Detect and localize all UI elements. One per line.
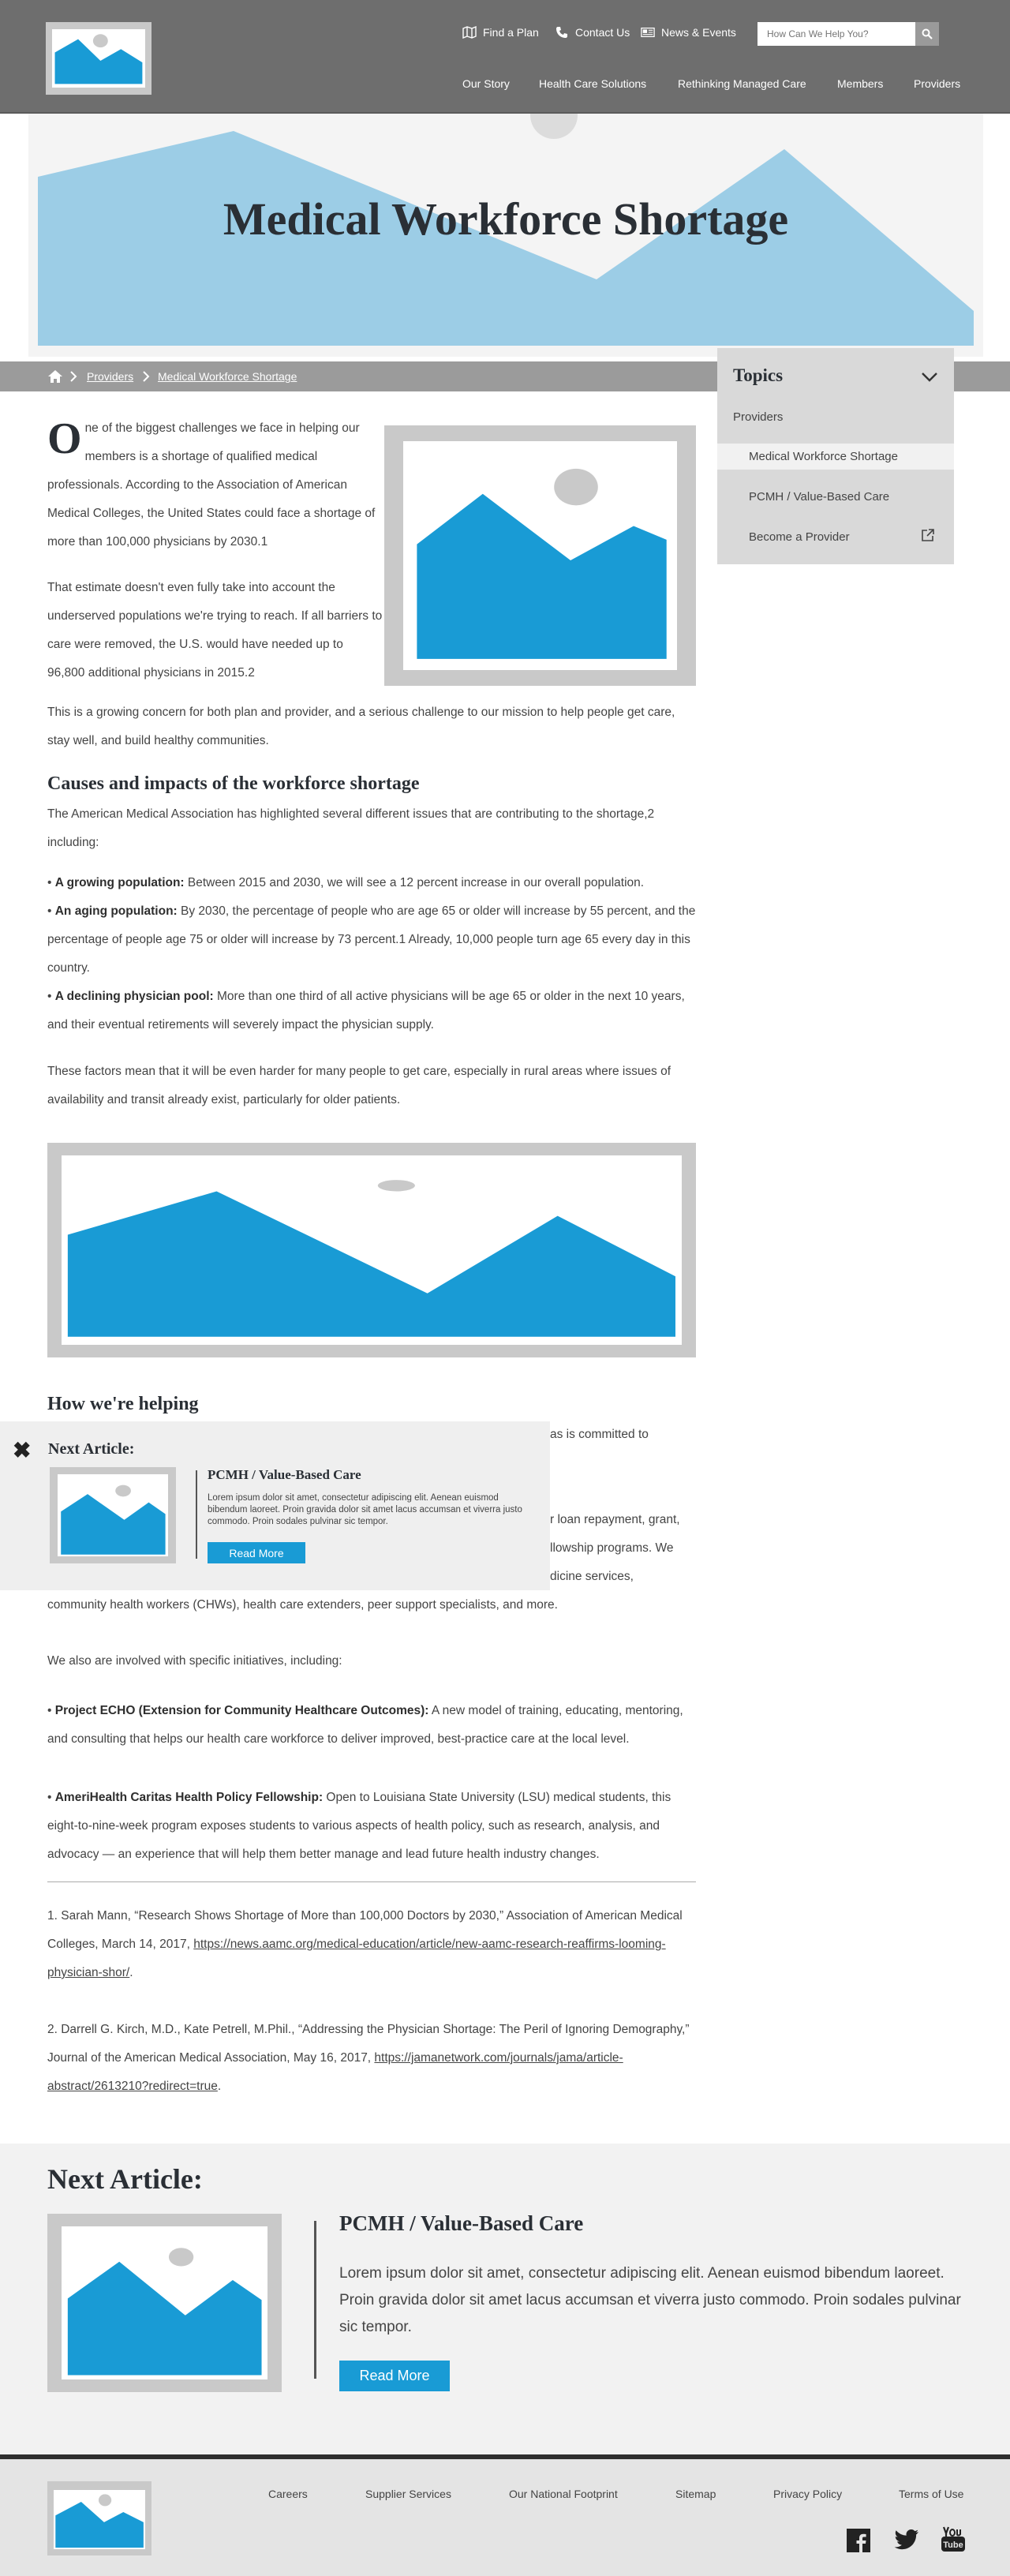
- next-article-description: Lorem ipsum dolor sit amet, consectetur …: [339, 2265, 961, 2335]
- footer-link-terms-of-use[interactable]: Terms of Use: [899, 2488, 963, 2500]
- find-plan-link[interactable]: Find a Plan: [462, 26, 539, 39]
- footer-link-national-footprint[interactable]: Our National Footprint: [509, 2488, 618, 2500]
- footer-link-sitemap[interactable]: Sitemap: [675, 2488, 716, 2500]
- helping-fragment-3: llowship programs. We: [550, 1541, 674, 1555]
- popup-read-more-button[interactable]: Read More: [208, 1542, 305, 1563]
- youtube-icon[interactable]: Tube: [941, 2525, 965, 2552]
- site-logo[interactable]: [46, 22, 152, 95]
- footer-link-privacy-policy[interactable]: Privacy Policy: [773, 2488, 842, 2500]
- bullet-growing-population: • A growing population: Between 2015 and…: [47, 876, 645, 889]
- footnote-1: 1. Sarah Mann, “Research Shows Shortage …: [47, 1909, 683, 1979]
- popup-divider: [196, 1470, 197, 1559]
- facebook-icon[interactable]: [847, 2529, 870, 2552]
- initiative-project-echo: • Project ECHO (Extension for Community …: [47, 1704, 683, 1746]
- topics-title: Topics: [733, 365, 784, 385]
- next-article-label: Next Article:: [47, 2163, 203, 2195]
- search-input[interactable]: [758, 22, 915, 46]
- intro-paragraph-3: This is a growing concern for both plan …: [47, 706, 675, 747]
- popup-label: Next Article:: [48, 1440, 135, 1458]
- popup-title[interactable]: PCMH / Value-Based Care: [208, 1467, 361, 1483]
- bullet-declining-physician-pool: • A declining physician pool: More than …: [47, 990, 685, 1032]
- helping-line: community health workers (CHWs), health …: [47, 1598, 558, 1612]
- intro-paragraph: One of the biggest challenges we face in…: [47, 414, 376, 549]
- next-article-popup: ✖ Next Article: PCMH / Value-Based Care …: [0, 1421, 550, 1590]
- footnotes-divider: [47, 1881, 696, 1882]
- news-link[interactable]: News & Events: [641, 26, 736, 39]
- next-article-divider: [314, 2221, 316, 2379]
- chevron-right-icon: [70, 371, 77, 382]
- article-image-2: [47, 1143, 696, 1357]
- nav-members[interactable]: Members: [837, 77, 883, 90]
- initiative-fellowship: • AmeriHealth Caritas Health Policy Fell…: [47, 1791, 671, 1861]
- footnote-2: 2. Darrell G. Kirch, M.D., Kate Petrell,…: [47, 2023, 690, 2093]
- heading-helping: How we're helping: [47, 1394, 199, 1414]
- newspaper-icon: [641, 27, 655, 38]
- map-icon: [462, 26, 477, 39]
- next-article-image[interactable]: [47, 2214, 282, 2392]
- causes-intro: The American Medical Association has hig…: [47, 807, 655, 849]
- topic-become-a-provider[interactable]: Become a Provider: [749, 530, 850, 544]
- footer-logo[interactable]: [47, 2481, 152, 2555]
- nav-our-story[interactable]: Our Story: [462, 77, 510, 90]
- bullet-aging-population: • An aging population: By 2030, the perc…: [47, 904, 696, 975]
- helping-fragment-1: as is committed to: [550, 1428, 649, 1441]
- breadcrumb-providers[interactable]: Providers: [87, 370, 133, 383]
- phone-icon: [556, 27, 567, 38]
- popup-description: Lorem ipsum dolor sit amet, consectetur …: [208, 1493, 522, 1526]
- next-article-section: Next Article: PCMH / Value-Based Care Lo…: [0, 2144, 1010, 2454]
- article-image-1: [384, 425, 696, 686]
- breadcrumb-current[interactable]: Medical Workforce Shortage: [158, 370, 297, 383]
- topic-medical-workforce-shortage[interactable]: Medical Workforce Shortage: [749, 450, 898, 463]
- topic-pcmh-value-based-care[interactable]: PCMH / Value-Based Care: [749, 490, 889, 504]
- home-icon[interactable]: [47, 369, 63, 384]
- contact-link[interactable]: Contact Us: [555, 26, 630, 39]
- search-button[interactable]: [915, 22, 939, 46]
- site-footer: Careers Supplier Services Our National F…: [0, 2454, 1010, 2576]
- hero-banner: Medical Workforce Shortage: [28, 114, 983, 357]
- nav-rethinking-managed-care[interactable]: Rethinking Managed Care: [678, 77, 806, 90]
- close-icon[interactable]: ✖: [13, 1437, 31, 1463]
- next-article-read-more-button[interactable]: Read More: [339, 2361, 450, 2391]
- page-title: Medical Workforce Shortage: [223, 193, 789, 245]
- twitter-icon[interactable]: [894, 2529, 919, 2551]
- popup-thumbnail[interactable]: [50, 1467, 176, 1563]
- helping-fragment-2: r loan repayment, grant,: [550, 1513, 680, 1526]
- search-box: [758, 22, 939, 46]
- site-header: Find a Plan Contact Us News & Events Our…: [0, 0, 1010, 114]
- topics-sidebar: Topics Providers Medical Workforce Short…: [717, 348, 954, 564]
- external-link-icon: [922, 529, 934, 541]
- svg-text:Tube: Tube: [943, 2540, 963, 2550]
- topic-providers[interactable]: Providers: [733, 410, 783, 424]
- footer-link-supplier-services[interactable]: Supplier Services: [365, 2488, 451, 2500]
- footer-link-careers[interactable]: Careers: [268, 2488, 308, 2500]
- drop-cap: O: [47, 414, 82, 463]
- initiatives-intro: We also are involved with specific initi…: [47, 1654, 342, 1668]
- intro-paragraph-2: That estimate doesn't even fully take in…: [47, 581, 383, 680]
- causes-outro: These factors mean that it will be even …: [47, 1065, 671, 1106]
- next-article-title[interactable]: PCMH / Value-Based Care: [339, 2211, 583, 2236]
- search-icon: [922, 28, 933, 39]
- nav-health-care-solutions[interactable]: Health Care Solutions: [539, 77, 646, 90]
- chevron-right-icon: [143, 371, 150, 382]
- heading-causes: Causes and impacts of the workforce shor…: [47, 773, 420, 794]
- nav-providers[interactable]: Providers: [914, 77, 960, 90]
- helping-fragment-4: dicine services,: [550, 1570, 634, 1583]
- chevron-down-icon[interactable]: [921, 372, 938, 383]
